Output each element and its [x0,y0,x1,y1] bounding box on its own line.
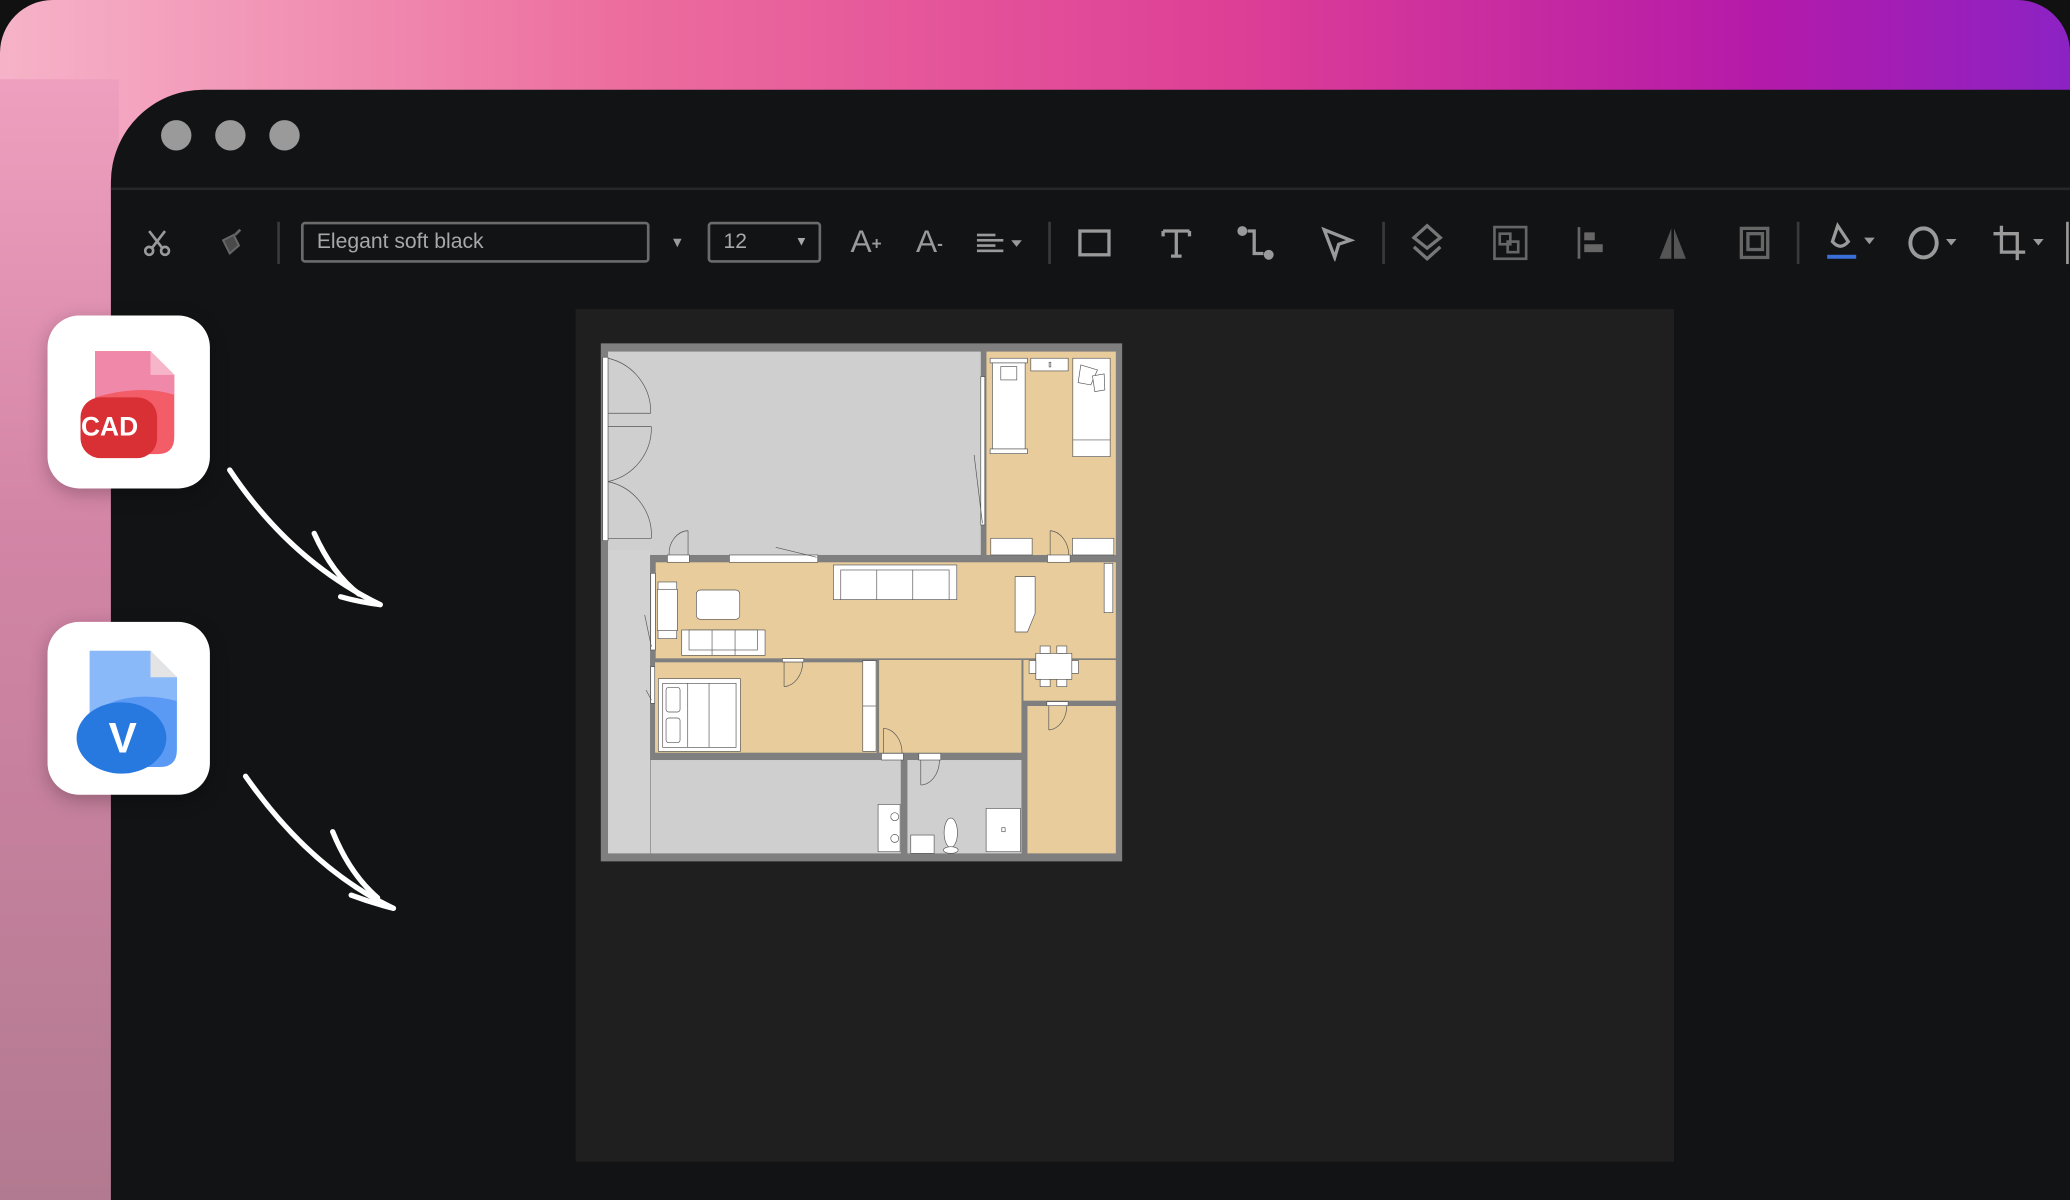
group-icon[interactable] [1489,222,1531,264]
layers-icon[interactable] [1407,222,1447,264]
room-corridor [607,549,650,853]
connector-icon[interactable] [1236,222,1276,264]
room-large-gray [607,350,981,555]
align-icon[interactable] [974,222,1027,264]
flip-icon[interactable] [1653,222,1693,264]
window-maximize-button[interactable] [269,120,300,151]
toolbar-divider [1048,221,1051,265]
text-icon[interactable] [1156,222,1196,264]
window-close-button[interactable] [161,120,192,151]
font-decrease-icon[interactable]: A- [911,222,948,264]
floor-plan[interactable] [600,342,1123,866]
shape-icon[interactable] [1906,222,1964,264]
room-middle [878,659,1021,753]
fill-icon[interactable] [1822,222,1880,264]
cad-file-card[interactable]: CAD [47,315,210,489]
font-name-value: Elegant soft black [316,230,484,253]
window-minimize-button[interactable] [215,120,246,151]
font-increase-icon[interactable]: A + [848,222,885,264]
toolbar-divider [2066,221,2069,265]
arrow-head-icon [330,829,397,911]
toolbar-divider [277,221,280,265]
toolbar-divider [1796,221,1800,265]
room-kitchen [650,759,901,853]
pointer-icon[interactable] [1318,222,1358,264]
font-dropdown-arrow-icon[interactable]: ▼ [668,222,686,264]
visio-label: V [109,715,137,762]
rectangle-icon[interactable] [1075,222,1115,264]
titlebar-divider [110,187,2070,191]
room-bottom-right [1026,705,1116,853]
drawing-canvas[interactable] [575,308,1675,1162]
cad-label: CAD [81,412,138,442]
crop-icon[interactable] [1991,222,2049,264]
arrow-icon [227,467,383,608]
font-name-input[interactable]: Elegant soft black [301,221,650,263]
visio-file-card[interactable]: V [47,621,210,795]
frame-icon[interactable] [1735,222,1775,264]
font-size-select[interactable]: 12 ▼ [707,221,822,263]
align-left-icon[interactable] [1571,222,1611,264]
format-painter-icon[interactable] [214,222,248,264]
cad-file-icon: CAD [80,351,175,459]
scissors-icon[interactable] [140,222,174,264]
app-frame: Elegant soft black ▼ 12 ▼ A + A- CAD V [0,0,2070,1200]
font-size-value: 12 [723,230,747,253]
chevron-down-icon: ▼ [794,234,808,250]
toolbar-divider [1382,221,1385,265]
visio-file-icon: V [76,650,177,774]
arrows [227,467,397,911]
